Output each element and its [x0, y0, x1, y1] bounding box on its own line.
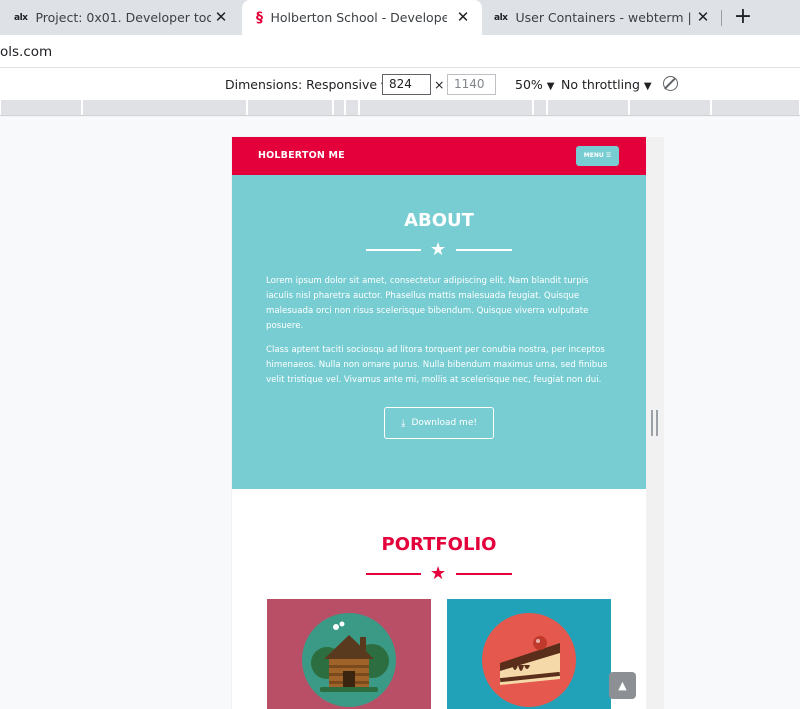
- site-brand[interactable]: HOLBERTON ME: [258, 150, 345, 161]
- portfolio-card-cabin[interactable]: [267, 599, 431, 709]
- about-paragraph: Class aptent taciti sociosqu ad litora t…: [266, 345, 608, 385]
- close-tab-icon[interactable]: ✕: [212, 8, 230, 26]
- ruler-segment[interactable]: [533, 100, 547, 115]
- site-header: HOLBERTON ME MENU ☰: [232, 137, 646, 175]
- divider-line: [366, 249, 421, 251]
- resize-handle[interactable]: [651, 410, 658, 436]
- ruler-segment[interactable]: [0, 100, 82, 115]
- tab-developer-tools-project[interactable]: alx Project: 0x01. Developer tools | A ✕: [0, 0, 240, 35]
- device-viewport[interactable]: HOLBERTON ME MENU ☰ ABOUT ★ Lorem ipsum …: [232, 137, 646, 709]
- times-sign: ×: [434, 77, 445, 92]
- cake-icon: [482, 613, 576, 707]
- alx-favicon-icon: alx: [14, 12, 28, 23]
- tab-holberton-school[interactable]: § Holberton School - Developer to ✕: [242, 0, 482, 35]
- throttling-value: No throttling: [561, 77, 640, 92]
- download-button[interactable]: ⤓ Download me!: [384, 407, 494, 439]
- star-icon: ★: [430, 239, 447, 260]
- width-input[interactable]: 824: [382, 74, 431, 95]
- divider-line: [456, 573, 512, 575]
- caret-down-icon: ▼: [643, 81, 652, 92]
- url-text[interactable]: ols.com: [0, 44, 52, 60]
- download-icon: ⤓: [401, 417, 406, 429]
- tab-title: Project: 0x01. Developer tools | A: [35, 10, 212, 25]
- ruler-segment[interactable]: [359, 100, 533, 115]
- media-query-ruler[interactable]: [0, 100, 800, 116]
- close-tab-icon[interactable]: ✕: [454, 8, 472, 26]
- download-label: Download me!: [411, 418, 477, 428]
- star-icon: ★: [430, 563, 447, 584]
- ruler-segment[interactable]: [333, 100, 345, 115]
- new-tab-button[interactable]: +: [732, 5, 754, 29]
- throttling-dropdown[interactable]: No throttling ▼: [561, 77, 652, 92]
- menu-button[interactable]: MENU ☰: [576, 146, 619, 166]
- tab-title: User Containers - webterm | Add: [515, 10, 693, 25]
- address-bar[interactable]: ols.com: [0, 35, 800, 67]
- ruler-segment[interactable]: [711, 100, 800, 115]
- ruler-segment[interactable]: [345, 100, 359, 115]
- seahorse-favicon-icon: §: [256, 9, 263, 26]
- divider-line: [366, 573, 421, 575]
- ruler-segment[interactable]: [629, 100, 711, 115]
- tab-user-containers[interactable]: alx User Containers - webterm | Add ✕: [482, 0, 722, 35]
- portfolio-title: PORTFOLIO: [381, 534, 497, 555]
- cabin-icon: [302, 613, 396, 707]
- portfolio-card-cake[interactable]: [447, 599, 611, 709]
- divider-line: [456, 249, 512, 251]
- zoom-dropdown[interactable]: 50% ▼: [515, 77, 555, 92]
- ruler-segment[interactable]: [82, 100, 247, 115]
- rotate-icon[interactable]: [663, 76, 678, 91]
- tab-separator: [721, 10, 722, 26]
- tab-title: Holberton School - Developer to: [270, 10, 447, 25]
- browser-tabbar: alx Project: 0x01. Developer tools | A ✕…: [0, 0, 800, 35]
- close-tab-icon[interactable]: ✕: [694, 8, 712, 26]
- about-title: ABOUT: [404, 210, 474, 231]
- alx-favicon-icon: alx: [494, 12, 508, 23]
- about-paragraph: Lorem ipsum dolor sit amet, consectetur …: [266, 276, 589, 331]
- height-input[interactable]: 1140: [447, 74, 496, 95]
- device-toolbar: Dimensions: Responsive▼ 824 × 1140 50%▼ …: [0, 67, 800, 100]
- dimensions-label: Dimensions: Responsive: [225, 77, 378, 92]
- ruler-segment[interactable]: [547, 100, 629, 115]
- zoom-value: 50%: [515, 77, 543, 92]
- ruler-segment[interactable]: [247, 100, 333, 115]
- caret-down-icon: ▼: [546, 81, 555, 92]
- dimensions-dropdown[interactable]: Dimensions: Responsive▼: [225, 77, 389, 92]
- scroll-to-top-button[interactable]: ▲: [609, 672, 636, 699]
- about-section: ABOUT ★ Lorem ipsum dolor sit amet, cons…: [232, 175, 646, 489]
